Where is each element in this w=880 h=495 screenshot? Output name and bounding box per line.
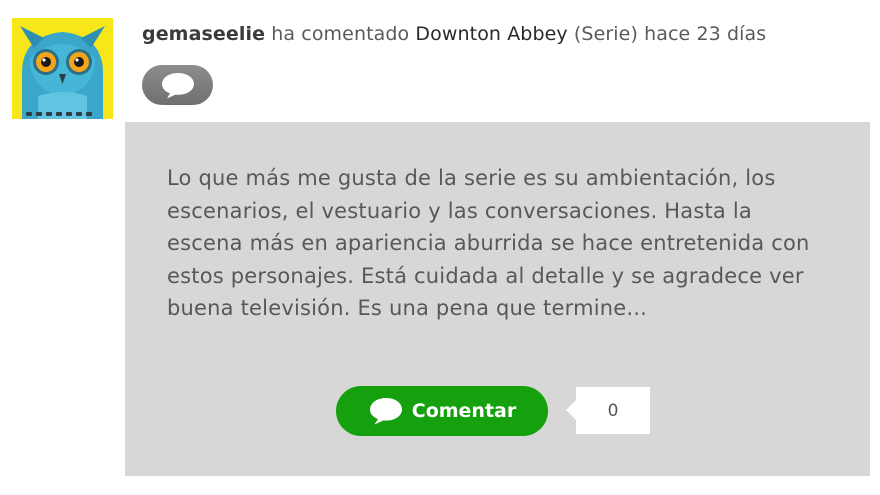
comment-button-label: Comentar bbox=[411, 400, 517, 422]
comment-count: 0 bbox=[607, 400, 619, 421]
activity-action: ha comentado bbox=[271, 23, 410, 45]
speech-bubble-icon bbox=[369, 398, 402, 425]
username-link[interactable]: gemaseelie bbox=[142, 23, 265, 45]
show-type-label: (Serie) bbox=[573, 23, 638, 45]
comment-card: Lo que más me gusta de la serie es su am… bbox=[125, 122, 870, 476]
activity-line: gemaseelie ha comentado Downton Abbey (S… bbox=[142, 23, 766, 45]
show-title-link[interactable]: Downton Abbey bbox=[415, 23, 567, 45]
comment-button[interactable]: Comentar bbox=[336, 386, 548, 436]
comment-type-badge bbox=[142, 65, 213, 105]
timestamp: hace 23 días bbox=[644, 23, 767, 45]
comment-body: Lo que más me gusta de la serie es su am… bbox=[167, 166, 810, 321]
user-avatar[interactable] bbox=[12, 18, 113, 119]
speech-bubble-icon bbox=[161, 73, 194, 99]
owl-avatar-icon bbox=[12, 18, 113, 119]
comment-count-badge: 0 bbox=[566, 387, 650, 434]
